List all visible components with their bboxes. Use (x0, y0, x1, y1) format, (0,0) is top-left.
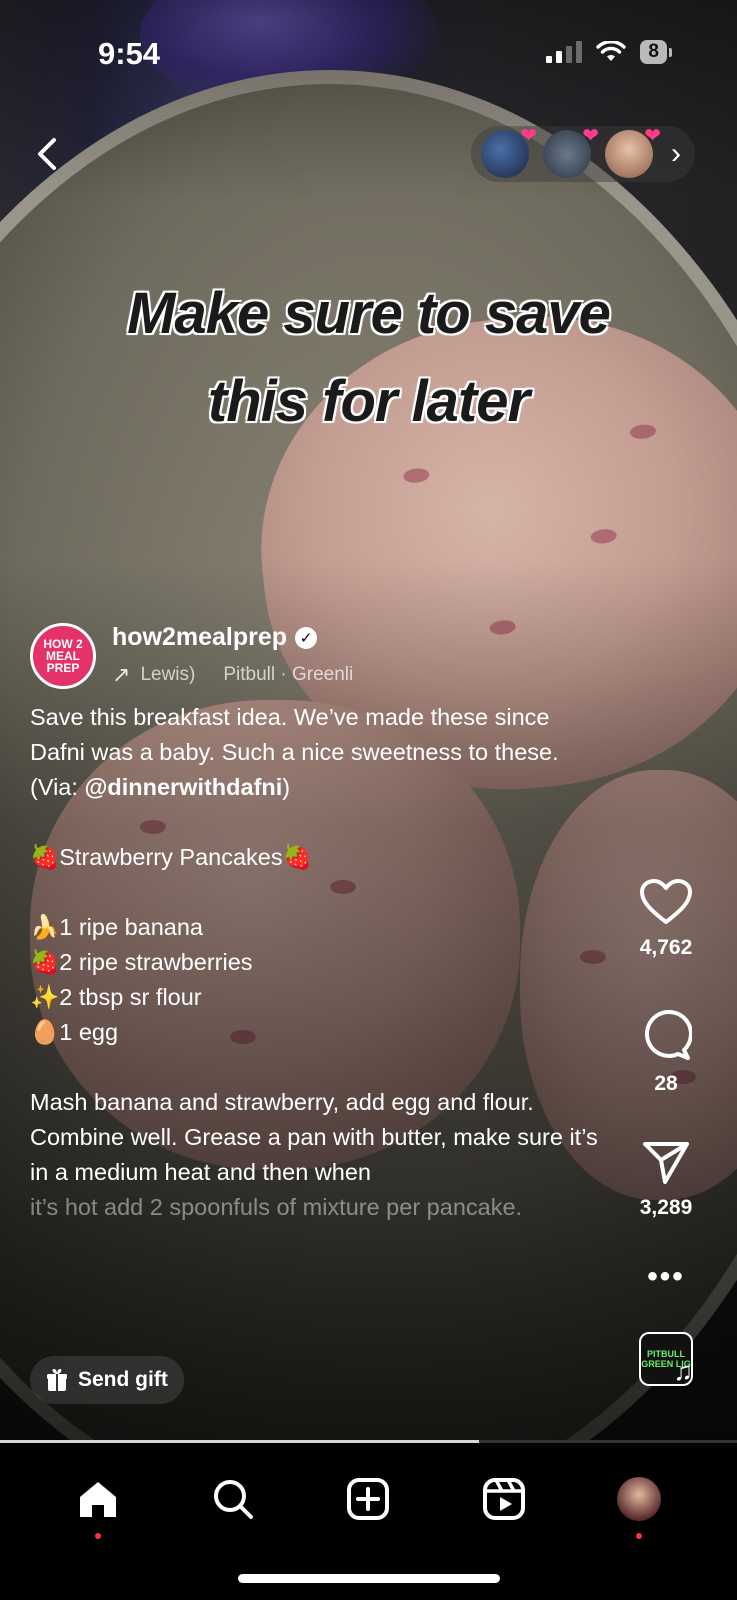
post-author: HOW 2 MEAL PREP how2mealprep ✓ ↗ Lewis) … (30, 623, 353, 689)
battery-indicator: 8 (640, 40, 672, 64)
tab-search[interactable] (203, 1469, 263, 1529)
tab-reels[interactable] (474, 1469, 534, 1529)
comment-button[interactable]: 28 (623, 1010, 709, 1096)
friends-liked-avatars[interactable]: ❤ ❤ ❤ › (471, 126, 695, 182)
avatar: ❤ (481, 126, 537, 178)
status-time: 9:54 (98, 36, 161, 71)
comment-icon (645, 1010, 692, 1060)
caption-method-faded: it’s hot add 2 spoonfuls of mixture per … (30, 1194, 523, 1220)
heart-badge-icon: ❤ (520, 125, 537, 147)
chevron-right-icon[interactable]: › (671, 137, 681, 171)
cellular-signal-icon (546, 41, 583, 63)
music-note-icon: ♫ (673, 1356, 694, 1386)
ingredient-item: 🍌1 ripe banana (30, 914, 203, 940)
send-gift-button[interactable]: Send gift (30, 1356, 184, 1404)
home-indicator (238, 1574, 500, 1583)
caption-method: Mash banana and strawberry, add egg and … (30, 1089, 598, 1185)
send-icon (643, 1142, 689, 1184)
share-button[interactable]: 3,289 (623, 1140, 709, 1220)
tab-home[interactable] (68, 1469, 128, 1539)
search-icon (214, 1480, 254, 1519)
tab-create[interactable] (338, 1469, 398, 1529)
author-avatar[interactable]: HOW 2 MEAL PREP (30, 623, 96, 689)
audio-track: Pitbull · Greenli (223, 664, 354, 685)
more-options-icon[interactable]: ••• (623, 1260, 709, 1294)
ingredient-item: 🥚1 egg (30, 1019, 119, 1045)
reels-icon (482, 1478, 525, 1520)
caption-intro: Save this breakfast idea. We’ve made the… (30, 704, 559, 765)
avatar: ❤ (605, 126, 661, 178)
like-button[interactable]: 4,762 (623, 878, 709, 960)
mention-link[interactable]: @dinnerwithdafni (84, 774, 282, 800)
status-icons: 8 (546, 40, 672, 64)
chevron-left-icon[interactable] (28, 134, 68, 174)
like-count: 4,762 (639, 936, 693, 959)
author-handle[interactable]: how2mealprep (112, 623, 287, 652)
caption-recipe-title: 🍓Strawberry Pancakes🍓 (30, 844, 312, 870)
share-count: 3,289 (639, 1196, 693, 1219)
heart-badge-icon: ❤ (582, 125, 599, 147)
audio-attribution[interactable]: ↗ Lewis) Pitbull · Greenli (112, 662, 353, 688)
audio-prefix: Lewis) (140, 664, 196, 685)
notification-dot (636, 1533, 643, 1539)
heart-badge-icon: ❤ (644, 125, 661, 147)
ingredient-item: 🍓2 ripe strawberries (30, 949, 253, 975)
video-overlay-text: Make sure to save this for later (127, 281, 611, 434)
verified-badge-icon: ✓ (295, 626, 318, 649)
notification-dot (94, 1533, 101, 1539)
post-caption[interactable]: Save this breakfast idea. We’ve made the… (30, 700, 610, 1225)
arrow-up-right-icon: ↗ (112, 662, 131, 687)
send-gift-label: Send gift (78, 1368, 168, 1391)
heart-icon (640, 879, 692, 924)
ingredient-item: ✨2 tbsp sr flour (30, 984, 202, 1010)
avatar: ❤ (543, 126, 599, 178)
home-icon (79, 1482, 116, 1517)
gift-icon (47, 1369, 67, 1391)
caption-via: (Via: @dinnerwithdafni) (30, 774, 291, 800)
wifi-icon (596, 41, 627, 61)
profile-avatar (617, 1477, 662, 1521)
comment-count: 28 (654, 1072, 678, 1095)
plus-square-icon (347, 1478, 390, 1520)
tab-profile[interactable] (609, 1469, 669, 1539)
